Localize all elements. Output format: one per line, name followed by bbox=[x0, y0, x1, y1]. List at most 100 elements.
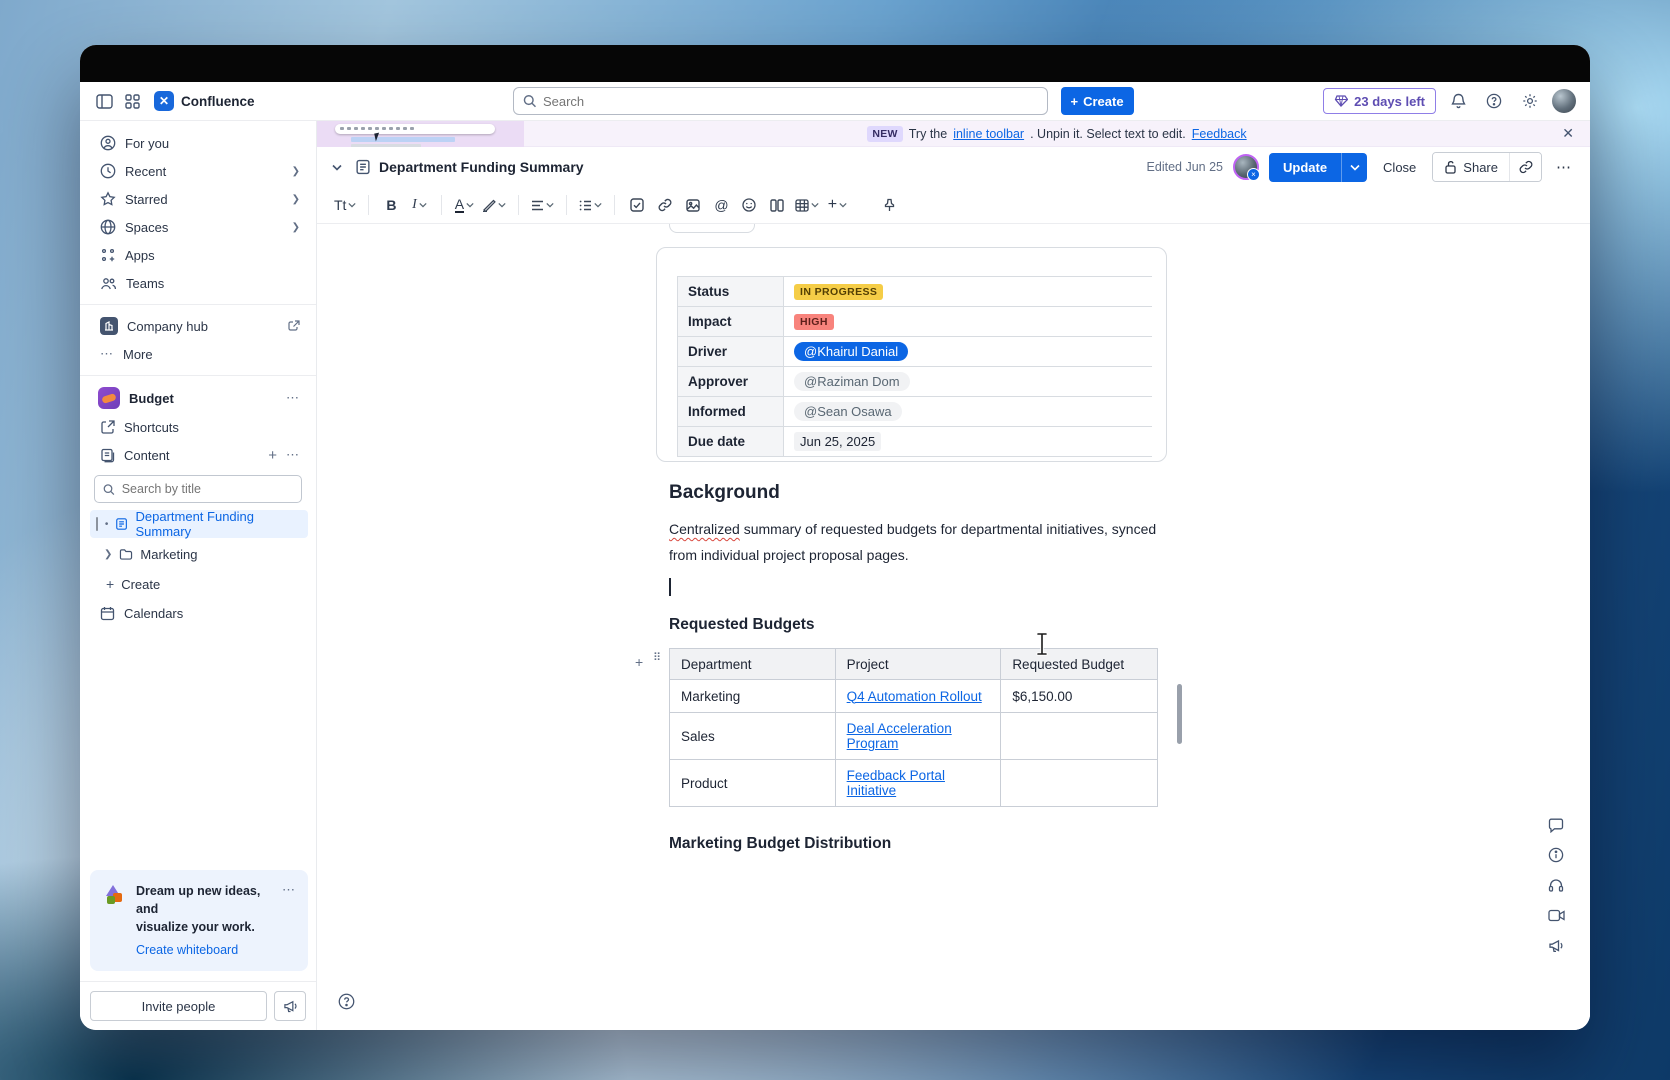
collapse-chevron-icon[interactable] bbox=[327, 157, 347, 177]
notifications-bell-icon[interactable] bbox=[1444, 87, 1472, 115]
settings-gear-icon[interactable] bbox=[1516, 87, 1544, 115]
table-drag-handle-icon[interactable]: ⠿ bbox=[653, 655, 660, 661]
column-header[interactable]: Requested Budget bbox=[1001, 649, 1158, 680]
update-button[interactable]: Update bbox=[1269, 153, 1341, 182]
sidebar-item-calendars[interactable]: Calendars bbox=[86, 601, 310, 625]
search-input[interactable] bbox=[543, 94, 1038, 109]
property-row[interactable]: Informed @Sean Osawa bbox=[678, 397, 1153, 427]
copy-link-icon[interactable] bbox=[1509, 153, 1541, 181]
sidebar-item-company-hub[interactable]: Company hub bbox=[86, 314, 310, 338]
feedback-megaphone-icon[interactable] bbox=[274, 991, 306, 1021]
mention-raziman-dom[interactable]: @Raziman Dom bbox=[794, 372, 910, 391]
promo-more-icon[interactable]: ⋯ bbox=[282, 882, 296, 898]
tree-item-department-funding-summary[interactable]: • Department Funding Summary bbox=[90, 510, 308, 538]
budgets-header-row[interactable]: Department Project Requested Budget bbox=[670, 649, 1158, 680]
table-row[interactable]: Sales Deal Acceleration Program bbox=[670, 713, 1158, 760]
sidebar-toggle-icon[interactable] bbox=[90, 87, 118, 115]
italic-button[interactable]: I bbox=[406, 192, 432, 218]
app-switcher-icon[interactable] bbox=[118, 87, 146, 115]
column-header[interactable]: Project bbox=[835, 649, 1001, 680]
cell-department[interactable]: Marketing bbox=[670, 680, 836, 713]
tree-item-marketing[interactable]: ❯ Marketing bbox=[90, 540, 308, 568]
table-row[interactable]: Product Feedback Portal Initiative bbox=[670, 760, 1158, 807]
space-more-icon[interactable]: ⋯ bbox=[286, 390, 300, 406]
link-button[interactable] bbox=[652, 192, 678, 218]
mention-button[interactable]: @ bbox=[708, 192, 734, 218]
property-row[interactable]: Status IN PROGRESS bbox=[678, 277, 1153, 307]
budgets-table[interactable]: Department Project Requested Budget Mark… bbox=[669, 648, 1158, 807]
content-more-icon[interactable]: ⋯ bbox=[286, 447, 300, 463]
content-search[interactable] bbox=[94, 475, 302, 503]
property-row[interactable]: Impact HIGH bbox=[678, 307, 1153, 337]
sidebar-item-recent[interactable]: Recent ❯ bbox=[86, 159, 310, 183]
bold-button[interactable]: B bbox=[378, 192, 404, 218]
headset-icon[interactable] bbox=[1542, 872, 1570, 898]
text-color-button[interactable]: A bbox=[451, 192, 477, 218]
highlight-button[interactable] bbox=[479, 192, 509, 218]
editor-help-icon[interactable] bbox=[333, 988, 359, 1014]
macro-control-cutoff[interactable] bbox=[669, 224, 755, 233]
editor-canvas[interactable]: Status IN PROGRESS Impact HIGH Driver @K… bbox=[317, 224, 1590, 1030]
property-row[interactable]: Approver @Raziman Dom bbox=[678, 367, 1153, 397]
page-more-icon[interactable]: ⋯ bbox=[1552, 156, 1576, 178]
tree-item-create[interactable]: + Create bbox=[90, 570, 308, 598]
due-date-lozenge[interactable]: Jun 25, 2025 bbox=[794, 432, 881, 451]
banner-close-icon[interactable]: ✕ bbox=[1562, 125, 1574, 142]
close-button[interactable]: Close bbox=[1377, 156, 1422, 179]
invite-people-button[interactable]: Invite people bbox=[90, 991, 267, 1021]
cell-department[interactable]: Product bbox=[670, 760, 836, 807]
update-dropdown-icon[interactable] bbox=[1341, 153, 1367, 182]
cell-budget[interactable]: $6,150.00 bbox=[1001, 680, 1158, 713]
comment-icon[interactable] bbox=[1542, 812, 1570, 838]
column-header[interactable]: Department bbox=[670, 649, 836, 680]
sidebar-item-more[interactable]: ⋯ More bbox=[86, 342, 310, 366]
share-button[interactable]: Share bbox=[1433, 153, 1509, 181]
edited-status[interactable]: Edited Jun 25 bbox=[1147, 160, 1223, 174]
mention-khairul-danial[interactable]: @Khairul Danial bbox=[794, 342, 908, 361]
create-whiteboard-link[interactable]: Create whiteboard bbox=[136, 943, 238, 957]
sidebar-item-teams[interactable]: Teams bbox=[86, 271, 310, 295]
create-button[interactable]: + Create bbox=[1061, 87, 1134, 115]
pin-toolbar-icon[interactable] bbox=[876, 192, 902, 218]
space-header-budget[interactable]: Budget ⋯ bbox=[86, 383, 310, 413]
table-add-icon[interactable]: + bbox=[635, 654, 643, 670]
document-body[interactable]: Background Centralized summary of reques… bbox=[669, 482, 1229, 853]
insert-button[interactable]: + bbox=[824, 192, 850, 218]
cell-budget[interactable] bbox=[1001, 713, 1158, 760]
property-row[interactable]: Driver @Khairul Danial bbox=[678, 337, 1153, 367]
empty-paragraph[interactable] bbox=[669, 574, 1229, 600]
sidebar-item-starred[interactable]: Starred ❯ bbox=[86, 187, 310, 211]
trial-badge[interactable]: 23 days left bbox=[1323, 88, 1436, 114]
add-content-icon[interactable]: + bbox=[268, 447, 277, 464]
video-icon[interactable] bbox=[1542, 902, 1570, 928]
megaphone-icon[interactable] bbox=[1542, 932, 1570, 958]
chevron-right-icon[interactable]: ❯ bbox=[104, 549, 112, 560]
cell-budget[interactable] bbox=[1001, 760, 1158, 807]
content-search-input[interactable] bbox=[122, 482, 293, 496]
user-avatar[interactable] bbox=[1552, 89, 1576, 113]
project-link[interactable]: Deal Acceleration Program bbox=[847, 721, 952, 751]
project-link[interactable]: Q4 Automation Rollout bbox=[847, 689, 982, 704]
property-row[interactable]: Due date Jun 25, 2025 bbox=[678, 427, 1153, 457]
sidebar-item-spaces[interactable]: Spaces ❯ bbox=[86, 215, 310, 239]
collaborator-avatar[interactable] bbox=[1233, 154, 1259, 180]
impact-badge-high[interactable]: HIGH bbox=[794, 314, 834, 330]
emoji-button[interactable] bbox=[736, 192, 762, 218]
lists-button[interactable] bbox=[576, 192, 605, 218]
feedback-link[interactable]: Feedback bbox=[1192, 127, 1247, 141]
mention-sean-osawa[interactable]: @Sean Osawa bbox=[794, 402, 902, 421]
background-paragraph[interactable]: Centralized summary of requested budgets… bbox=[669, 516, 1169, 568]
inline-toolbar-link[interactable]: inline toolbar bbox=[953, 127, 1024, 141]
cell-department[interactable]: Sales bbox=[670, 713, 836, 760]
image-button[interactable] bbox=[680, 192, 706, 218]
project-link[interactable]: Feedback Portal Initiative bbox=[847, 768, 945, 798]
alignment-button[interactable] bbox=[528, 192, 557, 218]
table-scrollbar[interactable] bbox=[1177, 684, 1182, 744]
page-properties-panel[interactable]: Status IN PROGRESS Impact HIGH Driver @K… bbox=[656, 247, 1167, 462]
table-button[interactable] bbox=[792, 192, 822, 218]
table-row[interactable]: Marketing Q4 Automation Rollout $6,150.0… bbox=[670, 680, 1158, 713]
sidebar-item-shortcuts[interactable]: Shortcuts bbox=[86, 415, 310, 439]
help-icon[interactable] bbox=[1480, 87, 1508, 115]
sidebar-item-apps[interactable]: Apps bbox=[86, 243, 310, 267]
task-button[interactable] bbox=[624, 192, 650, 218]
